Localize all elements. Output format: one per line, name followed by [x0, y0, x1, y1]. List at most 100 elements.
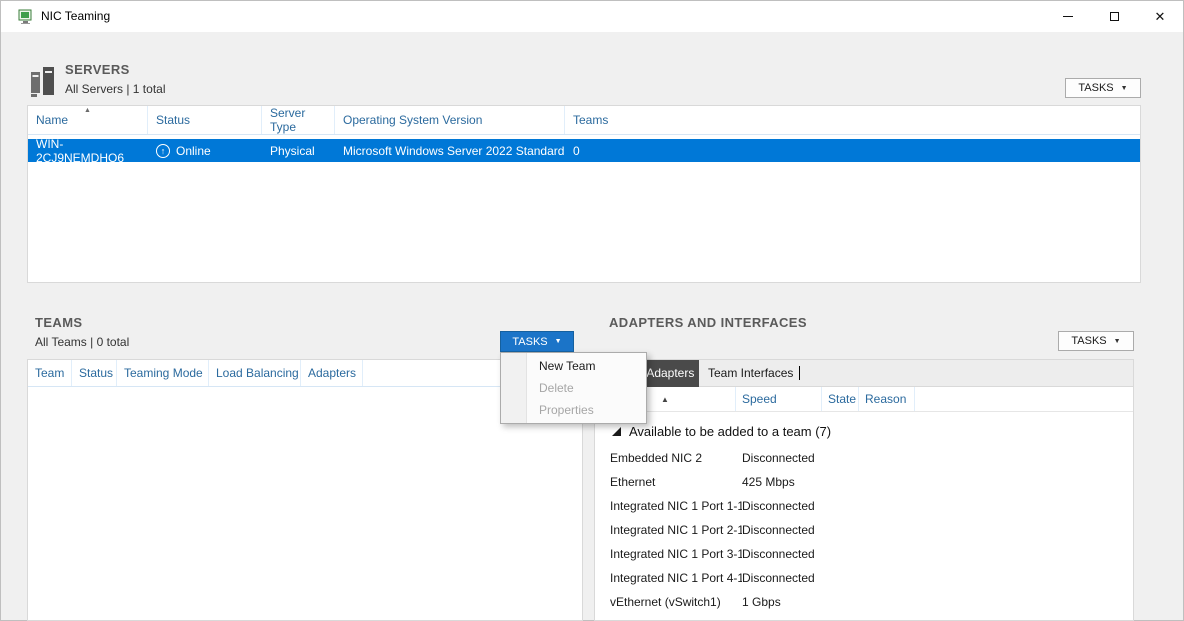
column-header-adapters[interactable]: Adapters: [301, 360, 363, 386]
adapter-name: Integrated NIC 1 Port 1-1: [595, 499, 742, 513]
adapter-row[interactable]: Embedded NIC 2 Disconnected: [595, 446, 1133, 470]
adapter-row[interactable]: Integrated NIC 1 Port 2-1 Disconnected: [595, 518, 1133, 542]
column-header-status[interactable]: Status: [148, 106, 262, 134]
server-type-cell: Physical: [262, 139, 335, 162]
servers-section-subtitle: All Servers | 1 total: [65, 82, 166, 96]
servers-tasks-label: TASKS: [1078, 82, 1113, 94]
adapters-tasks-button[interactable]: TASKS ▼: [1058, 331, 1134, 351]
adapter-speed: 425 Mbps: [742, 475, 795, 489]
maximize-button[interactable]: [1091, 1, 1137, 32]
servers-icon: [29, 63, 56, 99]
window-controls: ✕: [1045, 1, 1183, 32]
teams-section-title: TEAMS: [35, 315, 83, 330]
sort-ascending-icon: ▲: [84, 107, 91, 114]
adapter-name: Integrated NIC 1 Port 2-1: [595, 523, 742, 537]
column-header-status-label: Status: [156, 113, 190, 127]
column-header-teams[interactable]: Teams: [565, 106, 1140, 134]
adapters-group-header[interactable]: Available to be added to a team (7): [595, 418, 1133, 444]
column-header-reason[interactable]: Reason: [859, 387, 915, 411]
app-icon: [18, 8, 35, 25]
group-expanded-icon: [612, 427, 621, 436]
column-header-team-status-label: Status: [79, 366, 113, 380]
column-header-server-type-label: Server Type: [270, 106, 334, 134]
caret-down-icon: ▼: [1114, 338, 1121, 345]
adapter-row[interactable]: Integrated NIC 1 Port 3-1 Disconnected: [595, 542, 1133, 566]
column-header-empty: [915, 387, 1133, 411]
close-icon: ✕: [1155, 10, 1166, 23]
caret-down-icon: ▼: [555, 338, 562, 345]
column-header-load-balancing-label: Load Balancing: [216, 366, 299, 380]
adapter-speed: Disconnected: [742, 451, 815, 465]
status-up-arrow-glyph: ↑: [161, 146, 166, 156]
column-header-server-type[interactable]: Server Type: [262, 106, 335, 134]
title-bar[interactable]: NIC Teaming ✕: [1, 1, 1183, 32]
nic-teaming-window: NIC Teaming ✕ SERVERS All Servers | 1 to…: [0, 0, 1184, 621]
adapter-name: Integrated NIC 1 Port 4-1: [595, 571, 742, 585]
close-button[interactable]: ✕: [1137, 1, 1183, 32]
caret-down-icon: ▼: [1121, 85, 1128, 92]
servers-table: ▲ Name Status Server Type Operating Syst…: [27, 105, 1141, 283]
server-row-selected[interactable]: WIN-2CJ9NEMDHO6 ↑ Online Physical Micros…: [28, 139, 1140, 162]
teams-tasks-menu: New Team Delete Properties: [500, 352, 647, 424]
adapters-group-label: Available to be added to a team (7): [629, 424, 831, 439]
adapters-rows: Embedded NIC 2 Disconnected Ethernet 425…: [595, 446, 1133, 614]
menu-item-new-team[interactable]: New Team: [501, 355, 646, 377]
adapter-row[interactable]: Integrated NIC 1 Port 4-1 Disconnected: [595, 566, 1133, 590]
adapter-speed: Disconnected: [742, 571, 815, 585]
menu-item-delete: Delete: [501, 377, 646, 399]
teams-section-subtitle: All Teams | 0 total: [35, 335, 129, 349]
adapter-row[interactable]: Integrated NIC 1 Port 1-1 Disconnected: [595, 494, 1133, 518]
column-header-reason-label: Reason: [865, 392, 906, 406]
adapters-tabstrip: Network Adapters Team Interfaces: [595, 360, 1133, 387]
status-up-icon: ↑: [156, 144, 170, 158]
menu-item-properties: Properties: [501, 399, 646, 421]
adapter-row[interactable]: Ethernet 425 Mbps: [595, 470, 1133, 494]
sort-ascending-icon: ▲: [661, 395, 669, 404]
column-header-name-label: Name: [36, 113, 68, 127]
adapter-name: Integrated NIC 1 Port 3-1: [595, 547, 742, 561]
adapters-table-header: ▲ Speed State Reason: [595, 387, 1133, 412]
adapters-tasks-label: TASKS: [1071, 335, 1106, 347]
teams-tasks-label: TASKS: [512, 336, 547, 348]
adapter-speed: Disconnected: [742, 547, 815, 561]
servers-section-title: SERVERS: [65, 62, 130, 77]
text-caret: [799, 366, 800, 380]
server-status-text: Online: [176, 144, 211, 158]
column-header-speed-label: Speed: [742, 392, 777, 406]
server-status-cell: ↑ Online: [148, 139, 262, 162]
adapter-speed: Disconnected: [742, 499, 815, 513]
adapter-speed: 1 Gbps: [742, 595, 781, 609]
server-name-cell: WIN-2CJ9NEMDHO6: [28, 139, 148, 162]
column-header-state-label: State: [828, 392, 856, 406]
teams-tasks-button[interactable]: TASKS ▼: [500, 331, 574, 352]
column-header-teams-label: Teams: [573, 113, 608, 127]
minimize-button[interactable]: [1045, 1, 1091, 32]
column-header-team-label: Team: [35, 366, 64, 380]
server-os-cell: Microsoft Windows Server 2022 Standard: [335, 139, 565, 162]
tab-team-interfaces[interactable]: Team Interfaces: [708, 366, 793, 380]
column-header-teaming-mode[interactable]: Teaming Mode: [117, 360, 209, 386]
column-header-speed[interactable]: Speed: [736, 387, 822, 411]
column-header-teaming-mode-label: Teaming Mode: [124, 366, 203, 380]
adapters-panel: Network Adapters Team Interfaces ▲ Speed…: [594, 359, 1134, 621]
servers-tasks-button[interactable]: TASKS ▼: [1065, 78, 1141, 98]
column-header-team[interactable]: Team: [28, 360, 72, 386]
minimize-icon: [1063, 16, 1073, 17]
adapter-name: vEthernet (vSwitch1): [595, 595, 742, 609]
servers-table-header: ▲ Name Status Server Type Operating Syst…: [28, 106, 1140, 135]
column-header-team-status[interactable]: Status: [72, 360, 117, 386]
teams-table-header: Team Status Teaming Mode Load Balancing …: [28, 360, 582, 387]
adapter-name: Ethernet: [595, 475, 742, 489]
column-header-os-version[interactable]: Operating System Version: [335, 106, 565, 134]
maximize-icon: [1110, 12, 1119, 21]
adapter-row[interactable]: vEthernet (vSwitch1) 1 Gbps: [595, 590, 1133, 614]
adapter-speed: Disconnected: [742, 523, 815, 537]
column-header-os-version-label: Operating System Version: [343, 113, 482, 127]
server-teams-cell: 0: [565, 139, 1140, 162]
column-header-adapters-label: Adapters: [308, 366, 356, 380]
column-header-state[interactable]: State: [822, 387, 859, 411]
column-header-load-balancing[interactable]: Load Balancing: [209, 360, 301, 386]
column-header-name[interactable]: ▲ Name: [28, 106, 148, 134]
adapter-name: Embedded NIC 2: [595, 451, 742, 465]
window-title: NIC Teaming: [41, 9, 110, 23]
